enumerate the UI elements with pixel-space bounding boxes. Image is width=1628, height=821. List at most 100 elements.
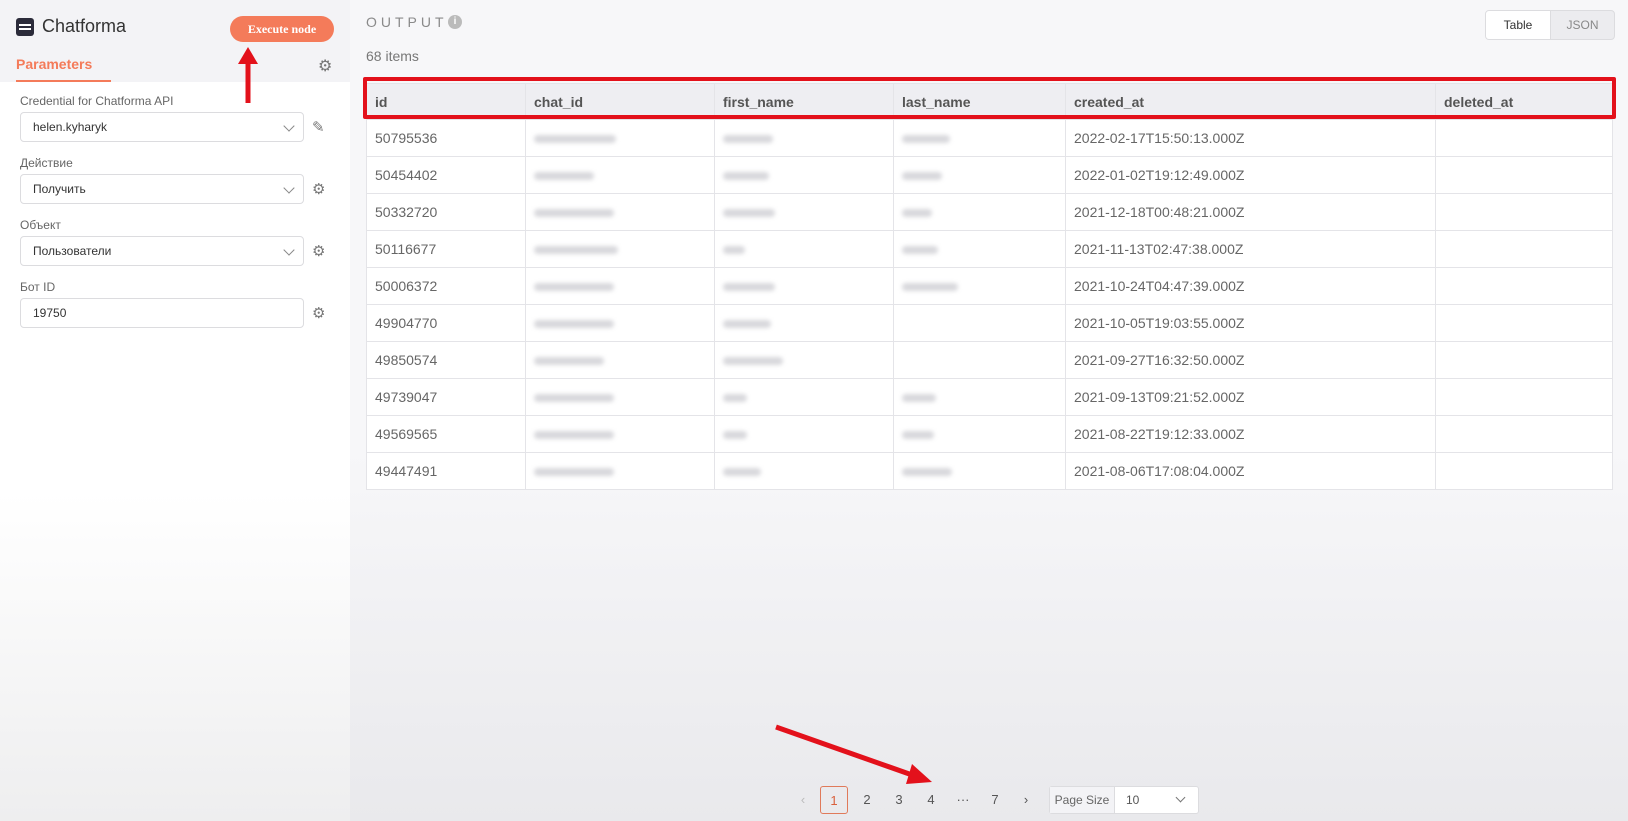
- next-page-icon[interactable]: ›: [1018, 786, 1034, 814]
- page-button[interactable]: 2: [856, 786, 878, 814]
- table-cell: 50116677: [366, 230, 526, 268]
- redacted-value: [534, 431, 614, 440]
- prev-page-icon[interactable]: ‹: [795, 786, 811, 814]
- page-size-label: Page Size: [1050, 787, 1115, 813]
- redacted-value: [723, 394, 747, 403]
- table-cell: 49904770: [366, 304, 526, 342]
- panel-header: Chatforma Execute node Parameters ⚙: [0, 0, 350, 82]
- redacted-value: [902, 431, 934, 440]
- redacted-value: [723, 468, 761, 477]
- empty-cell: [1435, 304, 1613, 342]
- chatforma-logo-icon: [16, 18, 34, 36]
- redacted-value: [534, 172, 594, 181]
- table-cell: 50795536: [366, 119, 526, 157]
- bot-id-value: 19750: [33, 306, 67, 320]
- redacted-value: [902, 209, 932, 218]
- table-cell: 50454402: [366, 156, 526, 194]
- redacted-value: [902, 135, 950, 144]
- table-cell: 2021-08-06T17:08:04.000Z: [1065, 452, 1436, 490]
- redacted-value: [902, 283, 958, 292]
- chevron-down-icon: [283, 120, 295, 132]
- more-pages-ellipsis[interactable]: ···: [952, 786, 974, 814]
- redacted-value: [534, 246, 618, 255]
- tab-parameters[interactable]: Parameters: [16, 56, 111, 82]
- table-cell: 49850574: [366, 341, 526, 379]
- parameter-options-gears-icon[interactable]: ⚙: [312, 304, 330, 322]
- view-json-button[interactable]: JSON: [1551, 11, 1614, 39]
- redacted-cell: [525, 193, 715, 231]
- page-button[interactable]: 4: [920, 786, 942, 814]
- redacted-cell: [714, 193, 894, 231]
- action-label: Действие: [20, 156, 73, 170]
- redacted-cell: [525, 378, 715, 416]
- page-size-select[interactable]: Page Size 10: [1049, 786, 1199, 814]
- redacted-cell: [525, 304, 715, 342]
- redacted-value: [534, 209, 614, 218]
- table-row: 50116677 2021-11-13T02:47:38.000Z: [366, 230, 1613, 268]
- edit-pencil-icon[interactable]: ✎: [312, 118, 330, 136]
- page-size-value: 10: [1126, 793, 1140, 807]
- redacted-value: [723, 172, 769, 181]
- empty-cell: [1435, 415, 1613, 453]
- bot-id-label: Бот ID: [20, 280, 56, 294]
- empty-cell: [1435, 378, 1613, 416]
- settings-gear-icon[interactable]: ⚙: [318, 56, 334, 75]
- redacted-cell: [893, 267, 1066, 305]
- credential-select[interactable]: helen.kyharyk: [20, 112, 304, 142]
- chevron-down-icon: [283, 244, 295, 256]
- redacted-cell: [714, 230, 894, 268]
- redacted-value: [723, 246, 745, 255]
- table-cell: 2022-02-17T15:50:13.000Z: [1065, 119, 1436, 157]
- page-button[interactable]: 1: [820, 786, 848, 814]
- chevron-down-icon: [1175, 792, 1186, 803]
- redacted-cell: [525, 156, 715, 194]
- bot-id-input[interactable]: 19750: [20, 298, 304, 328]
- action-select[interactable]: Получить: [20, 174, 304, 204]
- empty-cell: [893, 341, 1066, 379]
- credential-value: helen.kyharyk: [33, 120, 108, 134]
- items-count: 68 items: [366, 48, 419, 64]
- redacted-value: [723, 320, 771, 329]
- table-cell: 2021-11-13T02:47:38.000Z: [1065, 230, 1436, 268]
- redacted-value: [534, 135, 616, 144]
- table-row: 49569565 2021-08-22T19:12:33.000Z: [366, 415, 1613, 453]
- redacted-cell: [525, 119, 715, 157]
- object-select[interactable]: Пользователи: [20, 236, 304, 266]
- redacted-cell: [525, 452, 715, 490]
- object-value: Пользователи: [33, 244, 112, 258]
- table-cell: 49447491: [366, 452, 526, 490]
- table-row: 50006372 2021-10-24T04:47:39.000Z: [366, 267, 1613, 305]
- info-icon[interactable]: i: [448, 15, 462, 29]
- redacted-value: [902, 468, 952, 477]
- parameter-options-gears-icon[interactable]: ⚙: [312, 242, 330, 260]
- parameter-options-gears-icon[interactable]: ⚙: [312, 180, 330, 198]
- output-table: id chat_id first_name last_name created_…: [366, 83, 1613, 490]
- empty-cell: [1435, 119, 1613, 157]
- table-cell: 50332720: [366, 193, 526, 231]
- redacted-cell: [714, 156, 894, 194]
- redacted-cell: [714, 304, 894, 342]
- table-cell: 2021-08-22T19:12:33.000Z: [1065, 415, 1436, 453]
- empty-cell: [893, 304, 1066, 342]
- output-title: OUTPUT: [366, 14, 448, 30]
- table-row: 49447491 2021-08-06T17:08:04.000Z: [366, 452, 1613, 490]
- redacted-cell: [525, 230, 715, 268]
- object-label: Объект: [20, 218, 61, 232]
- page-button[interactable]: 7: [984, 786, 1006, 814]
- redacted-value: [723, 357, 783, 366]
- redacted-value: [723, 135, 773, 144]
- redacted-cell: [893, 193, 1066, 231]
- output-panel: OUTPUT i 68 items Table JSON id chat_id …: [350, 0, 1628, 821]
- view-table-button[interactable]: Table: [1486, 11, 1551, 39]
- table-cell: 49569565: [366, 415, 526, 453]
- empty-cell: [1435, 452, 1613, 490]
- credential-label: Credential for Chatforma API: [20, 94, 174, 108]
- redacted-cell: [893, 452, 1066, 490]
- execute-node-button[interactable]: Execute node: [230, 16, 334, 42]
- redacted-value: [534, 283, 614, 292]
- empty-cell: [1435, 193, 1613, 231]
- redacted-cell: [893, 415, 1066, 453]
- table-cell: 2021-09-27T16:32:50.000Z: [1065, 341, 1436, 379]
- table-cell: 2021-12-18T00:48:21.000Z: [1065, 193, 1436, 231]
- page-button[interactable]: 3: [888, 786, 910, 814]
